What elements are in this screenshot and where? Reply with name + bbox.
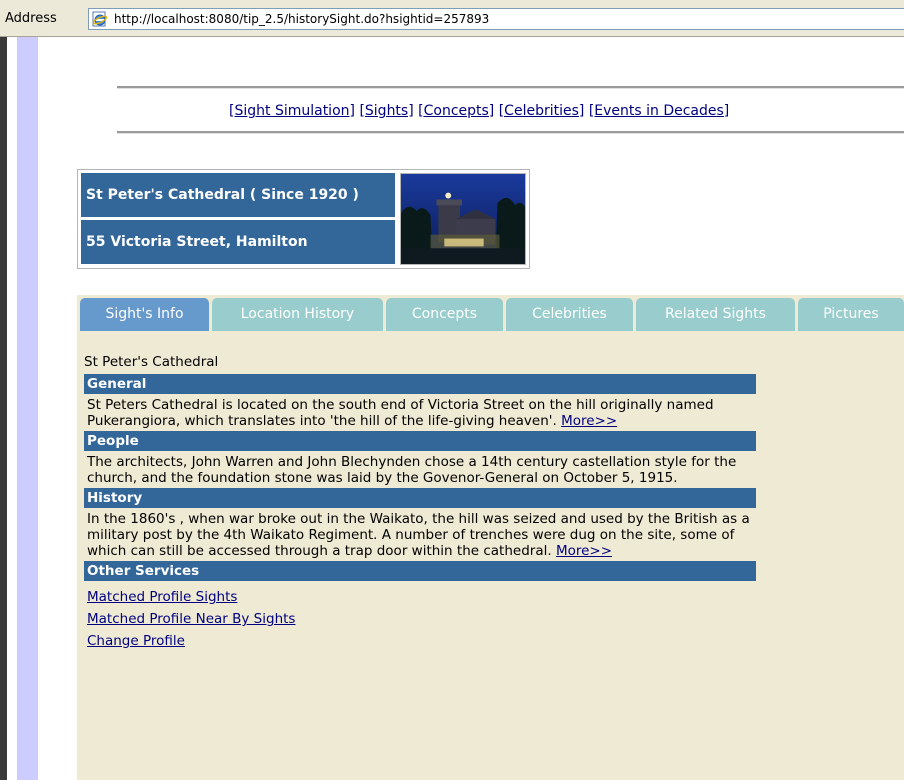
section-people-heading: People — [84, 431, 756, 451]
sight-address-cell: 55 Victoria Street, Hamilton — [81, 220, 395, 264]
nav-bottom-divider — [117, 131, 904, 134]
matched-profile-nearby-link[interactable]: Matched Profile Near By Sights — [87, 608, 756, 630]
address-field[interactable]: http://localhost:8080/tip_2.5/historySig… — [88, 8, 904, 30]
general-text: St Peters Cathedral is located on the so… — [87, 397, 714, 429]
sight-header: St Peter's Cathedral ( Since 1920 ) 55 V… — [77, 169, 530, 269]
left-sidebar-strip — [17, 37, 38, 780]
top-divider — [117, 86, 904, 89]
general-more-link[interactable]: More>> — [561, 413, 617, 429]
nav-events-in-decades[interactable]: [Events in Decades] — [589, 103, 729, 119]
tab-location-history[interactable]: Location History — [212, 298, 383, 331]
nav-sight-simulation[interactable]: [Sight Simulation] — [229, 103, 355, 119]
section-general-heading: General — [84, 374, 756, 394]
tab-pictures[interactable]: Pictures — [798, 298, 904, 331]
section-general-body: St Peters Cathedral is located on the so… — [84, 397, 756, 429]
left-frame-border — [0, 37, 38, 780]
section-history-heading: History — [84, 488, 756, 508]
people-text: The architects, John Warren and John Ble… — [87, 454, 737, 486]
section-history-body: In the 1860's , when war broke out in th… — [84, 511, 756, 559]
nav-sights[interactable]: [Sights] — [359, 103, 413, 119]
section-people-body: The architects, John Warren and John Ble… — [84, 454, 756, 486]
address-url[interactable]: http://localhost:8080/tip_2.5/historySig… — [114, 12, 489, 26]
matched-profile-sights-link[interactable]: Matched Profile Sights — [87, 586, 756, 608]
sight-title-cell: St Peter's Cathedral ( Since 1920 ) — [81, 173, 395, 217]
services-list: Matched Profile Sights Matched Profile N… — [84, 586, 756, 652]
cathedral-photo — [400, 173, 526, 265]
tab-sights-info[interactable]: Sight's Info — [80, 298, 209, 331]
change-profile-link[interactable]: Change Profile — [87, 630, 756, 652]
sight-info-content: St Peter's Cathedral General St Peters C… — [84, 352, 756, 652]
tab-concepts[interactable]: Concepts — [386, 298, 503, 331]
history-text: In the 1860's , when war broke out in th… — [87, 511, 750, 559]
address-label: Address — [5, 11, 57, 26]
top-nav: [Sight Simulation] [Sights] [Concepts] [… — [229, 103, 729, 119]
tab-celebrities[interactable]: Celebrities — [506, 298, 633, 331]
tab-related-sights[interactable]: Related Sights — [636, 298, 795, 331]
nav-concepts[interactable]: [Concepts] — [418, 103, 494, 119]
history-more-link[interactable]: More>> — [556, 543, 612, 559]
frame-edge — [0, 37, 7, 780]
nav-celebrities[interactable]: [Celebrities] — [499, 103, 585, 119]
section-services-heading: Other Services — [84, 561, 756, 581]
address-bar: Address http://localhost:8080/tip_2.5/hi… — [0, 0, 904, 37]
ie-page-icon — [92, 11, 108, 27]
sight-name: St Peter's Cathedral — [84, 354, 219, 370]
